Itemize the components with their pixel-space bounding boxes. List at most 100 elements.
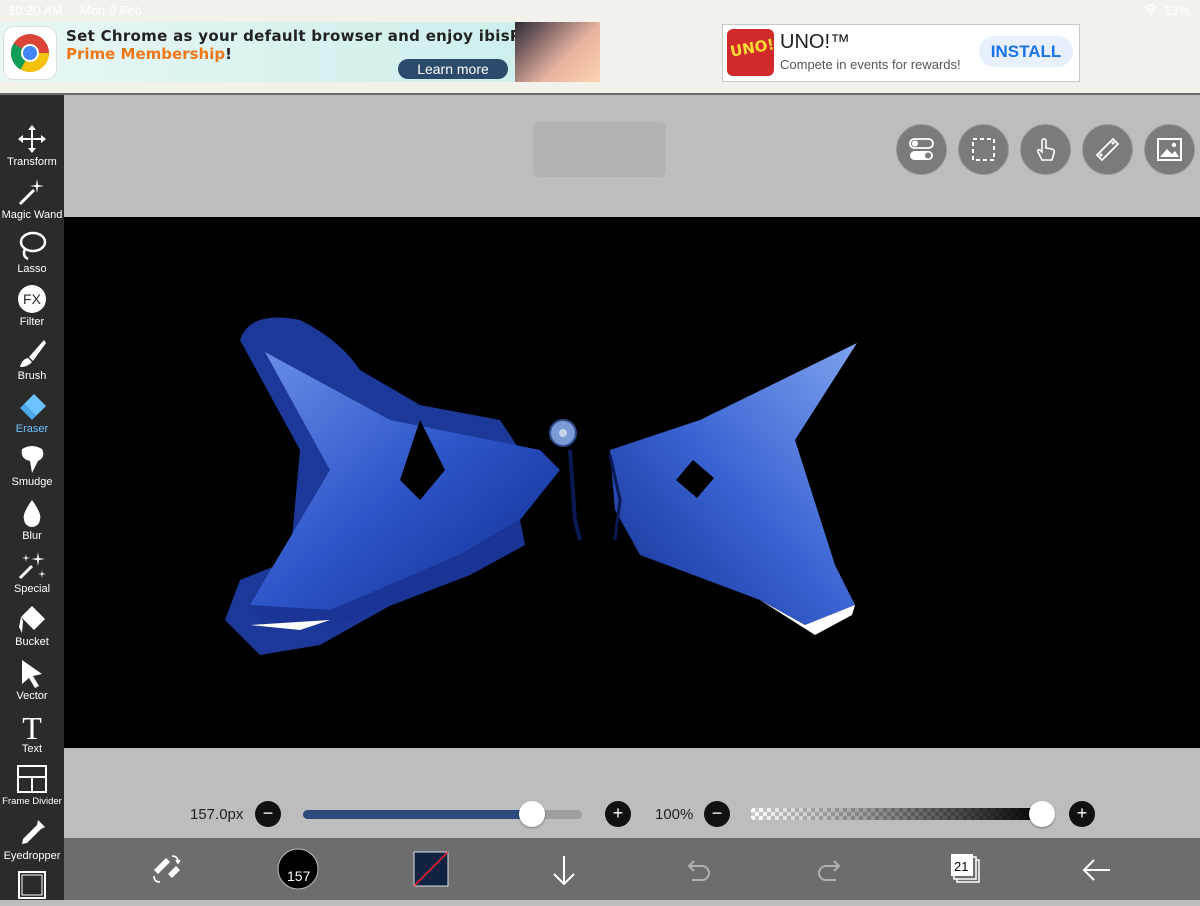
touch-icon bbox=[1036, 138, 1056, 161]
bottom-toolbar: 157 21 bbox=[64, 838, 1200, 900]
brush-size-handle[interactable] bbox=[518, 801, 545, 827]
image-icon bbox=[1157, 138, 1182, 161]
redo-button[interactable] bbox=[814, 838, 846, 900]
swap-tool-button[interactable] bbox=[148, 838, 184, 900]
size-decrease-button[interactable]: − bbox=[255, 801, 281, 827]
brush-size-button[interactable]: 157 bbox=[277, 838, 321, 900]
tool-label: Text bbox=[21, 743, 43, 755]
brush-icon bbox=[16, 337, 48, 369]
status-time: 10:20 AM bbox=[8, 3, 63, 18]
install-button[interactable]: INSTALL bbox=[979, 36, 1073, 67]
tool-label: Transform bbox=[7, 156, 57, 168]
chrome-ad[interactable]: Set Chrome as your default browser and e… bbox=[0, 22, 600, 82]
learn-more-button[interactable]: Learn more bbox=[398, 59, 508, 79]
tool-label: Eraser bbox=[15, 423, 49, 435]
tool-label: Eyedropper bbox=[3, 850, 61, 862]
hidden-toolbar-button bbox=[533, 122, 666, 177]
selection-icon bbox=[972, 138, 995, 161]
arrow-left-icon bbox=[1082, 859, 1110, 881]
tool-eyedropper[interactable]: Eyedropper bbox=[0, 815, 64, 868]
lasso-icon bbox=[16, 230, 48, 262]
sparkle-icon bbox=[16, 550, 48, 582]
fx-icon: FX bbox=[16, 283, 48, 315]
frame-divider-icon bbox=[16, 763, 48, 795]
toggle-icon bbox=[909, 138, 934, 160]
brush-size-value: 157.0px bbox=[190, 806, 244, 823]
minus-icon: − bbox=[711, 803, 723, 823]
ad-illustration bbox=[515, 22, 600, 82]
opacity-increase-button[interactable]: + bbox=[1069, 801, 1095, 827]
svg-text:FX: FX bbox=[23, 291, 42, 307]
status-bar: 10:20 AM Mon 9 Feb 13% bbox=[0, 0, 1200, 22]
tool-smudge[interactable]: Smudge bbox=[0, 441, 64, 494]
tool-transform[interactable]: Transform bbox=[0, 121, 64, 174]
blur-drop-icon bbox=[16, 497, 48, 529]
battery-percent: 13% bbox=[1163, 3, 1190, 18]
tool-vector[interactable]: Vector bbox=[0, 655, 64, 708]
brush-size-badge: 157 bbox=[287, 868, 311, 884]
tool-blur[interactable]: Blur bbox=[0, 495, 64, 548]
tool-eraser[interactable]: Eraser bbox=[0, 388, 64, 441]
wifi-icon bbox=[1144, 3, 1158, 18]
move-icon bbox=[16, 123, 48, 155]
canvas-frame-icon bbox=[16, 869, 48, 901]
chrome-logo-icon bbox=[4, 27, 56, 79]
bucket-icon bbox=[16, 603, 48, 635]
back-button[interactable] bbox=[1080, 838, 1114, 900]
tool-label: Bucket bbox=[15, 636, 49, 648]
minus-icon: − bbox=[262, 803, 274, 823]
magic-wand-icon bbox=[16, 176, 48, 208]
arrow-down-icon bbox=[553, 856, 575, 886]
tool-label: Vector bbox=[16, 690, 48, 702]
ruler-button[interactable] bbox=[1082, 124, 1133, 175]
layers-button[interactable]: 21 bbox=[948, 838, 984, 900]
uno-ad-title: UNO!™ bbox=[780, 31, 850, 53]
touch-button[interactable] bbox=[1020, 124, 1071, 175]
color-button[interactable] bbox=[412, 838, 452, 900]
status-date: Mon 9 Feb bbox=[80, 3, 143, 18]
chrome-ad-headline: Set Chrome as your default browser and e… bbox=[66, 27, 556, 45]
eraser-icon bbox=[16, 390, 48, 422]
tool-special[interactable]: Special bbox=[0, 548, 64, 601]
tool-frame-divider[interactable]: Frame Divider bbox=[0, 761, 64, 814]
size-increase-button[interactable]: + bbox=[605, 801, 631, 827]
vector-arrow-icon bbox=[16, 657, 48, 689]
selection-button[interactable] bbox=[958, 124, 1009, 175]
opacity-value: 100% bbox=[655, 806, 694, 823]
brush-settings-bar bbox=[64, 748, 1200, 838]
uno-app-icon: UNO! bbox=[727, 29, 774, 76]
eyedropper-icon bbox=[16, 817, 48, 849]
redo-icon bbox=[818, 860, 841, 881]
swap-brush-eraser-icon bbox=[153, 855, 181, 883]
battery-indicator: 13% bbox=[1144, 3, 1190, 18]
tool-brush[interactable]: Brush bbox=[0, 335, 64, 388]
tool-filter[interactable]: FX Filter bbox=[0, 281, 64, 334]
tool-bucket[interactable]: Bucket bbox=[0, 601, 64, 654]
undo-button[interactable] bbox=[682, 838, 714, 900]
tool-label: Blur bbox=[22, 530, 42, 542]
tool-label: Lasso bbox=[17, 263, 47, 275]
tool-label: Magic Wand bbox=[1, 209, 63, 221]
tool-label: Filter bbox=[19, 316, 45, 328]
smudge-icon bbox=[16, 443, 48, 475]
opacity-decrease-button[interactable]: − bbox=[704, 801, 730, 827]
tool-magic-wand[interactable]: Magic Wand bbox=[0, 174, 64, 227]
brush-size-fill bbox=[303, 810, 532, 819]
download-button[interactable] bbox=[548, 838, 580, 900]
reference-image-button[interactable] bbox=[1144, 124, 1195, 175]
tool-label: Special bbox=[13, 583, 51, 595]
uno-ad-subtitle: Compete in events for rewards! bbox=[780, 57, 961, 72]
toggle-button[interactable] bbox=[896, 124, 947, 175]
tool-text[interactable]: T Text bbox=[0, 708, 64, 761]
tool-label: Smudge bbox=[11, 476, 53, 488]
uno-ad[interactable]: UNO! UNO!™ Compete in events for rewards… bbox=[722, 24, 1080, 82]
ruler-icon bbox=[1095, 137, 1120, 162]
ad-banner-area: 10:20 AM Mon 9 Feb 13% Set Chrome as you… bbox=[0, 0, 1200, 95]
undo-icon bbox=[687, 860, 710, 881]
svg-text:T: T bbox=[22, 710, 42, 742]
opacity-slider[interactable] bbox=[751, 808, 1045, 820]
tool-lasso[interactable]: Lasso bbox=[0, 228, 64, 281]
opacity-handle[interactable] bbox=[1029, 801, 1055, 827]
tool-canvas-frame[interactable] bbox=[0, 867, 64, 900]
drawing-canvas[interactable] bbox=[64, 217, 1200, 748]
